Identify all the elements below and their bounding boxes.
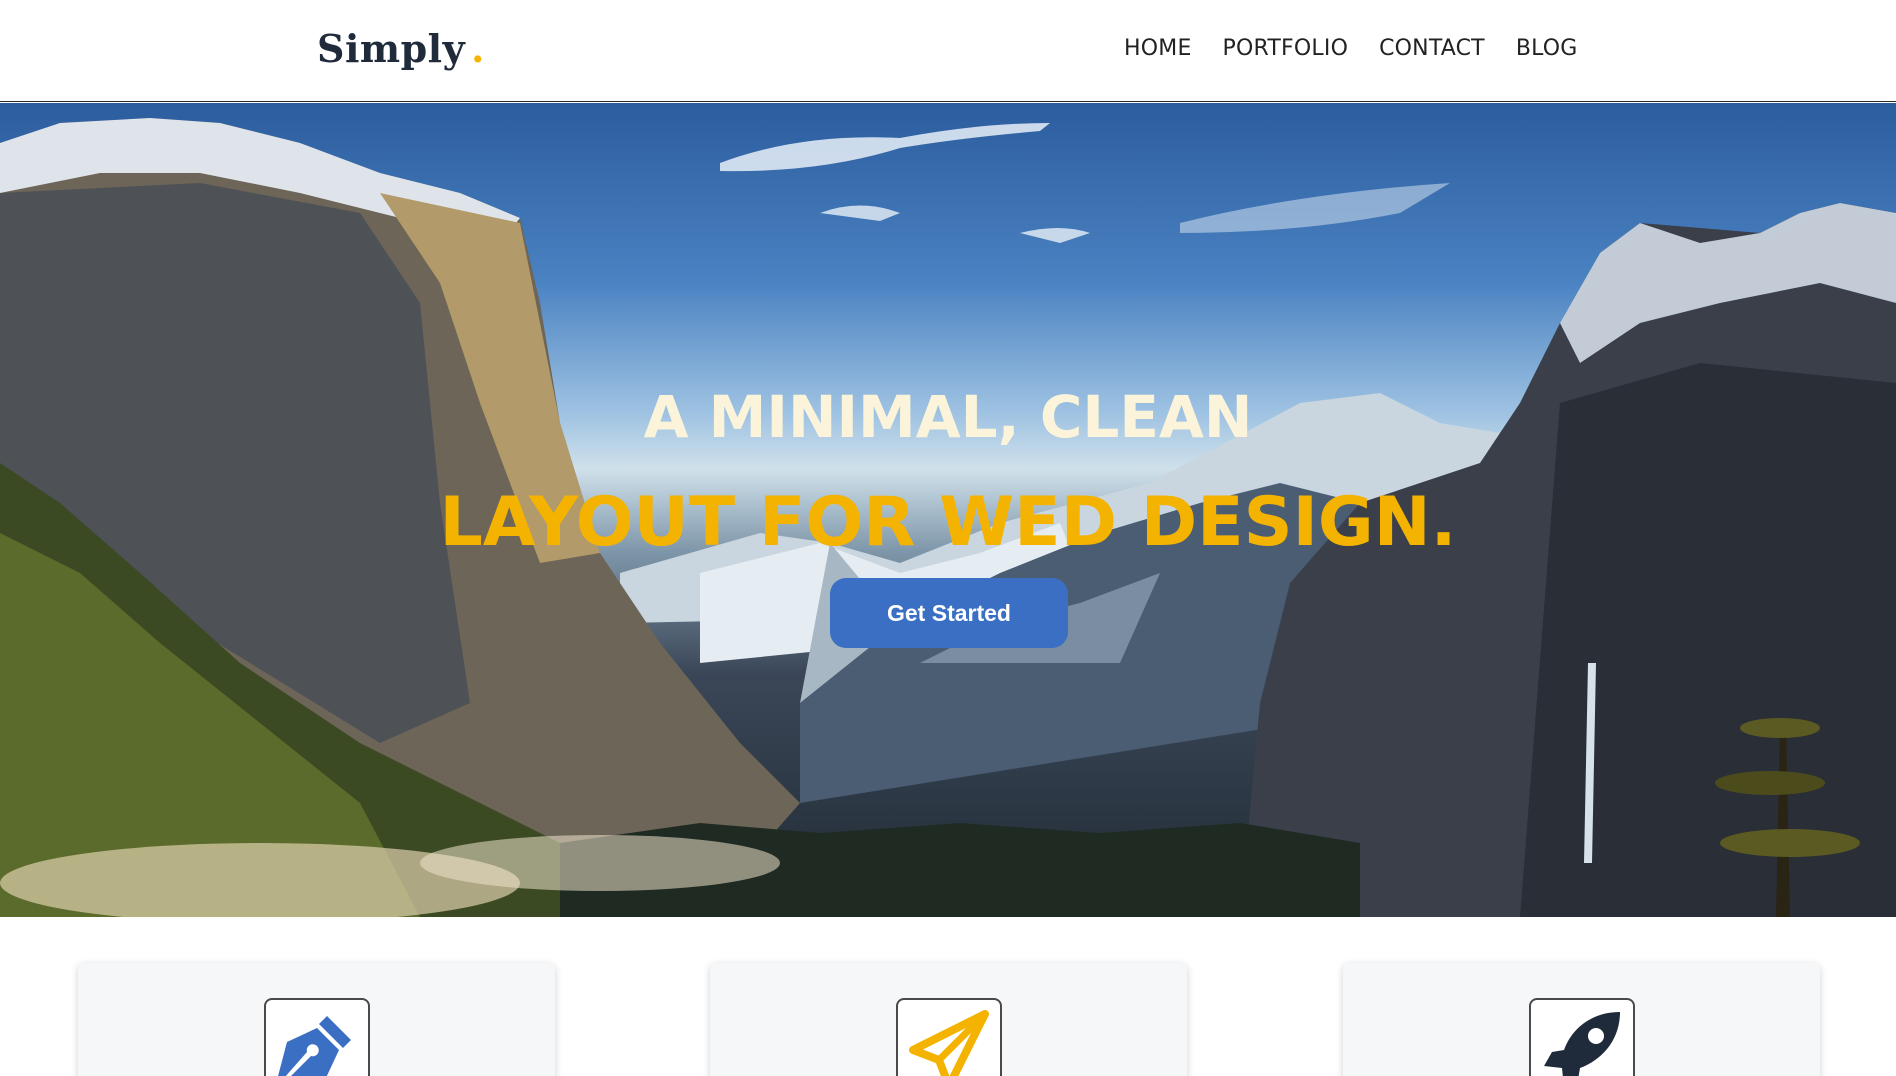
hero-title-line1: A MINIMAL, CLEAN [643,383,1253,451]
feature-card-design [78,963,555,1076]
logo-dot: . [471,26,485,71]
feature-card-launch [1343,963,1820,1076]
logo-text: Simply [317,26,466,71]
nav-portfolio-link[interactable]: PORTFOLIO [1223,36,1349,61]
nav-blog-link[interactable]: BLOG [1516,36,1578,61]
hero-title-line2: LAYOUT FOR WED DESIGN. [439,483,1457,562]
hero-section: A MINIMAL, CLEAN LAYOUT FOR WED DESIGN. … [0,103,1896,917]
rocket-icon [1529,998,1635,1076]
site-header: Simply. HOME PORTFOLIO CONTACT BLOG [0,0,1896,102]
main-nav: HOME PORTFOLIO CONTACT BLOG [1124,36,1609,61]
logo[interactable]: Simply. [317,26,485,71]
nav-home-link[interactable]: HOME [1124,36,1192,61]
get-started-button[interactable]: Get Started [830,578,1068,648]
pen-nib-icon [264,998,370,1076]
nav-contact-link[interactable]: CONTACT [1379,36,1485,61]
feature-card-send [710,963,1187,1076]
paper-plane-icon [896,998,1002,1076]
features-section [0,917,1896,1076]
